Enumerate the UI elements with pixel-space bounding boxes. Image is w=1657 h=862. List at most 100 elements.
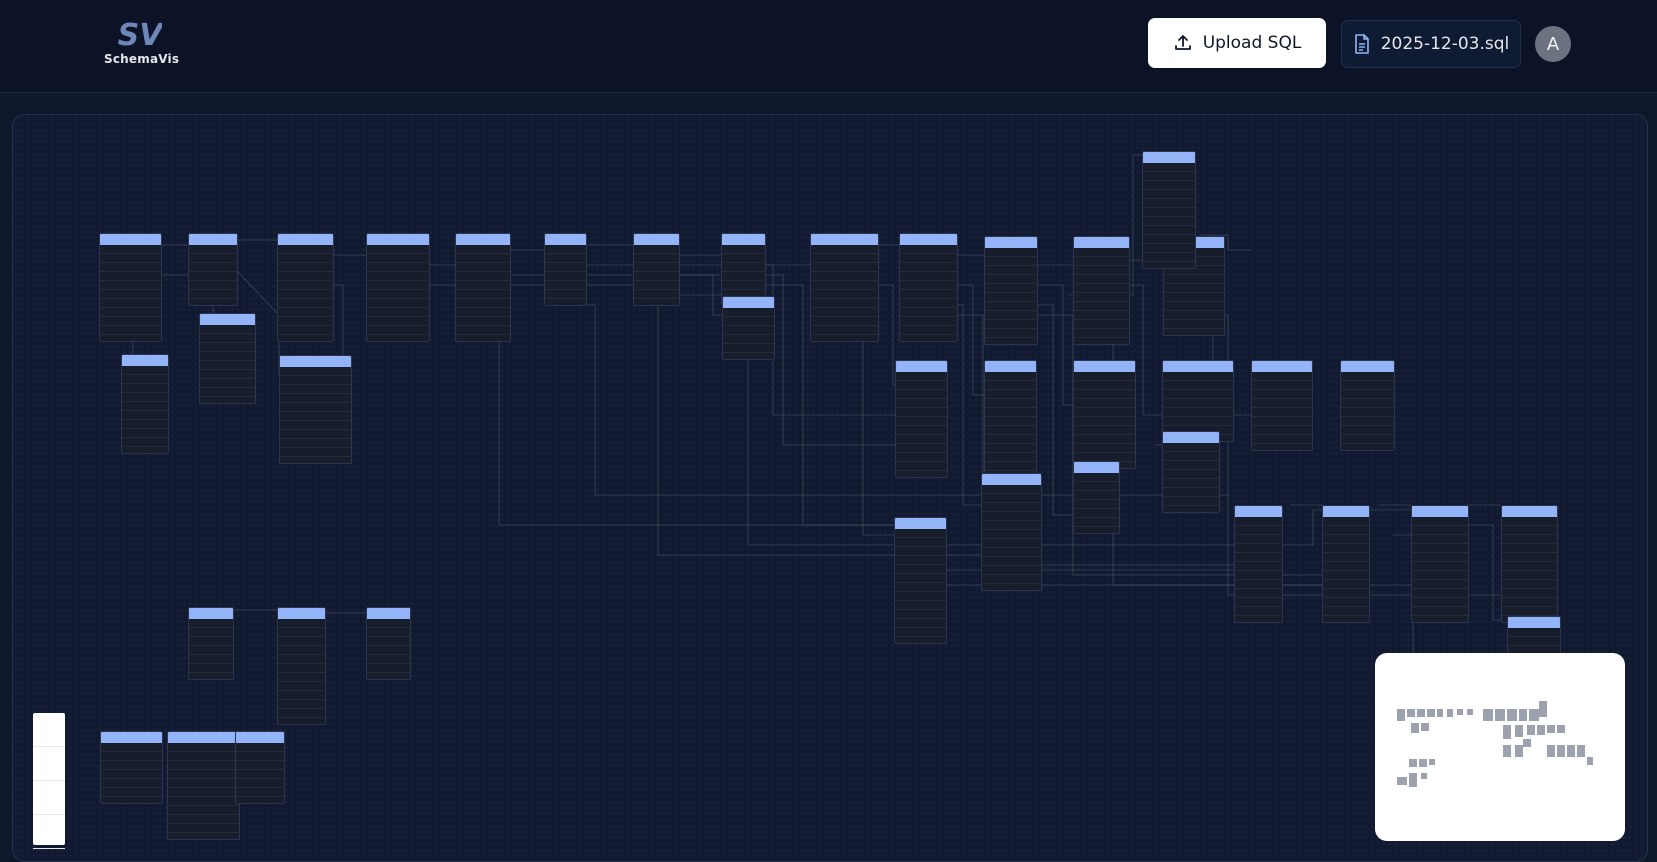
table-column-row <box>1502 544 1557 553</box>
table-column-row <box>982 530 1041 539</box>
minimap-node <box>1557 725 1565 733</box>
table-node[interactable] <box>1340 360 1395 451</box>
lock-button[interactable] <box>33 815 65 849</box>
table-node[interactable] <box>899 233 958 342</box>
logo[interactable]: SV SchemaVis <box>104 18 180 70</box>
table-node[interactable] <box>981 473 1042 591</box>
table-node[interactable] <box>810 233 879 342</box>
table-node[interactable] <box>188 607 234 680</box>
table-column-row <box>278 308 333 317</box>
table-node-footer <box>1143 262 1195 268</box>
table-node[interactable] <box>455 233 511 342</box>
table-node[interactable] <box>894 517 947 644</box>
table-column-row <box>895 610 946 619</box>
table-node[interactable] <box>199 313 256 404</box>
current-file-chip[interactable]: 2025-12-03.sql <box>1341 20 1521 68</box>
table-column-row <box>1163 479 1219 488</box>
table-node[interactable] <box>633 233 680 306</box>
table-column-row <box>985 435 1036 444</box>
table-node[interactable] <box>722 296 775 360</box>
upload-icon <box>1174 35 1191 50</box>
table-node-footer <box>456 335 510 341</box>
upload-sql-button[interactable]: Upload SQL <box>1148 18 1326 68</box>
table-node[interactable] <box>1073 236 1130 345</box>
table-node-header <box>1235 506 1282 517</box>
table-node[interactable] <box>1251 360 1313 451</box>
table-node[interactable] <box>544 233 587 306</box>
table-column-row <box>1074 444 1135 453</box>
table-node[interactable] <box>235 731 285 804</box>
minimap-node <box>1407 709 1415 717</box>
table-node[interactable] <box>1411 505 1469 623</box>
table-node[interactable] <box>279 355 352 464</box>
table-node-footer <box>1235 616 1282 622</box>
table-node[interactable] <box>1142 151 1196 269</box>
table-column-row <box>1074 426 1135 435</box>
user-avatar[interactable]: A <box>1535 26 1571 62</box>
table-column-row <box>1412 580 1468 589</box>
table-column-row <box>168 779 239 788</box>
table-column-row <box>811 299 878 308</box>
table-node[interactable] <box>366 233 430 342</box>
table-column-row <box>1074 509 1119 518</box>
table-node[interactable] <box>895 360 948 478</box>
table-node[interactable] <box>277 233 334 342</box>
table-column-row <box>189 272 237 281</box>
table-node[interactable] <box>277 607 326 725</box>
table-column-row <box>1163 390 1233 399</box>
table-column-row <box>1235 607 1282 616</box>
table-column-row <box>236 779 284 788</box>
table-node[interactable] <box>1501 505 1558 623</box>
table-column-row <box>811 290 878 299</box>
table-node[interactable] <box>1162 360 1234 442</box>
table-column-row <box>1143 199 1195 208</box>
table-column-row <box>367 281 429 290</box>
table-node[interactable] <box>99 233 162 342</box>
table-node[interactable] <box>984 360 1037 478</box>
table-column-row <box>896 453 947 462</box>
table-column-row <box>1502 517 1557 526</box>
table-node-header <box>985 237 1037 248</box>
table-node[interactable] <box>100 731 163 804</box>
table-node[interactable] <box>188 233 238 306</box>
minimap-node <box>1547 725 1555 733</box>
table-node-footer <box>811 335 878 341</box>
table-node[interactable] <box>1322 505 1370 623</box>
table-column-row <box>1323 580 1369 589</box>
table-node[interactable] <box>366 607 411 680</box>
zoom-in-button[interactable] <box>33 713 65 747</box>
table-column-row <box>896 417 947 426</box>
table-node[interactable] <box>1073 461 1120 534</box>
table-node-footer <box>367 335 429 341</box>
table-column-row <box>1341 390 1394 399</box>
fit-view-button[interactable] <box>33 781 65 815</box>
table-node[interactable] <box>121 354 169 454</box>
table-column-row <box>1502 589 1557 598</box>
table-column-row <box>278 646 325 655</box>
upload-sql-label: Upload SQL <box>1202 33 1302 53</box>
app-name: SchemaVis <box>104 52 180 66</box>
table-column-row <box>101 779 162 788</box>
table-column-row <box>456 272 510 281</box>
table-column-row <box>1074 302 1129 311</box>
table-column-row <box>1074 257 1129 266</box>
schema-canvas[interactable] <box>12 114 1648 862</box>
table-column-row <box>278 709 325 718</box>
minimap[interactable] <box>1375 653 1625 841</box>
zoom-out-button[interactable] <box>33 747 65 781</box>
table-column-row <box>1502 598 1557 607</box>
table-node-footer <box>900 335 957 341</box>
table-column-row <box>1235 580 1282 589</box>
table-node[interactable] <box>1234 505 1283 623</box>
table-node[interactable] <box>1162 431 1220 513</box>
table-node-footer <box>634 299 679 305</box>
table-node-footer <box>278 335 333 341</box>
table-node[interactable] <box>167 731 240 840</box>
table-column-row <box>1074 381 1135 390</box>
minimap-node <box>1503 745 1511 757</box>
table-node[interactable] <box>1073 360 1136 469</box>
table-column-row <box>1163 443 1219 452</box>
table-column-row <box>1074 390 1135 399</box>
table-node[interactable] <box>984 236 1038 345</box>
table-column-row <box>985 444 1036 453</box>
